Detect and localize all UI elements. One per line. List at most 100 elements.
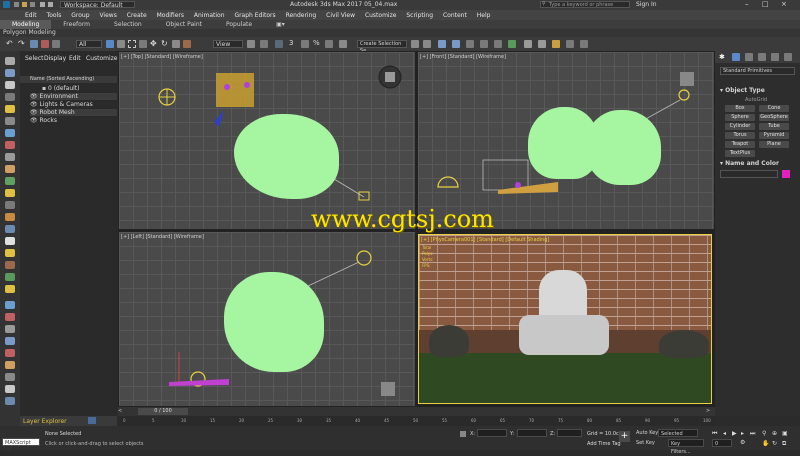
key-filters-button[interactable]: Key Filters... xyxy=(668,439,704,455)
zoom-icon[interactable]: ⚲ xyxy=(762,430,766,437)
lock-cell-editing-icon[interactable] xyxy=(5,285,15,293)
menu-create[interactable]: Create xyxy=(127,12,147,19)
timeline-next-icon[interactable]: > xyxy=(706,408,710,414)
spinner-snap-icon[interactable] xyxy=(325,40,333,48)
scene-explorer-select-icon[interactable] xyxy=(5,57,15,65)
time-config-icon[interactable]: ⚙ xyxy=(740,439,745,446)
key-target-dropdown[interactable]: Selected xyxy=(658,429,698,437)
display-cameras-icon[interactable] xyxy=(5,117,15,125)
time-slider[interactable]: 0 / 100 xyxy=(138,408,188,415)
z-coordinate-field[interactable] xyxy=(557,429,582,437)
menu-animation[interactable]: Animation xyxy=(194,12,225,19)
search-input[interactable]: Type a keyword or phrase xyxy=(540,1,630,8)
play-icon[interactable]: ▶ xyxy=(732,430,737,437)
menu-edit[interactable]: Edit xyxy=(25,12,37,19)
menu-scripting[interactable]: Scripting xyxy=(406,12,433,19)
menu-customize[interactable]: Customize xyxy=(365,12,397,19)
ribbon-options-icon[interactable]: ▣▾ xyxy=(264,20,297,29)
maximize-viewport-icon[interactable]: ⧉ xyxy=(782,440,786,448)
hierarchy-view-icon[interactable] xyxy=(5,373,15,381)
ribbon-toggle-icon[interactable] xyxy=(466,40,474,48)
collapse-icon[interactable] xyxy=(5,361,15,369)
place-icon[interactable] xyxy=(183,40,191,48)
plane-button[interactable]: Plane xyxy=(759,141,789,148)
mirror-icon[interactable] xyxy=(411,40,419,48)
menu-group[interactable]: Group xyxy=(71,12,89,19)
sort-layers-icon[interactable] xyxy=(5,273,15,281)
keyboard-shortcut-icon[interactable] xyxy=(275,40,283,48)
display-children-icon[interactable] xyxy=(5,249,15,257)
viewport-label-camera[interactable]: [+] [PhysCamera001] [Standard] [Default … xyxy=(421,237,549,243)
rendered-frame-window-icon[interactable] xyxy=(538,40,546,48)
hierarchy-panel-icon[interactable] xyxy=(745,53,753,61)
teapot-button[interactable]: Teapot xyxy=(725,141,755,148)
render-cloud-icon[interactable] xyxy=(566,40,574,48)
schematic-view-icon[interactable] xyxy=(494,40,502,48)
display-frozen-icon[interactable] xyxy=(5,213,15,221)
sign-in-link[interactable]: Sign In xyxy=(636,1,657,8)
display-groups-icon[interactable] xyxy=(5,153,15,161)
geosphere-button[interactable]: GeoSphere xyxy=(759,114,789,121)
name-color-rollout[interactable]: ▾ Name and Color xyxy=(720,160,779,167)
scene-tab-display[interactable]: Display xyxy=(44,55,66,62)
utilities-panel-icon[interactable] xyxy=(784,53,792,61)
redo-icon[interactable] xyxy=(48,2,53,7)
rectangular-selection-icon[interactable] xyxy=(128,40,136,48)
open-file-icon[interactable] xyxy=(22,2,27,7)
tab-selection[interactable]: Selection xyxy=(102,20,154,29)
object-name-input[interactable] xyxy=(720,170,778,178)
display-hidden-icon[interactable] xyxy=(5,225,15,233)
object-color-swatch[interactable] xyxy=(782,170,790,178)
menu-civil-view[interactable]: Civil View xyxy=(326,12,355,19)
viewport-camera[interactable]: [+] [PhysCamera001] [Standard] [Default … xyxy=(418,234,712,404)
go-to-start-icon[interactable]: ⏮ xyxy=(712,430,717,438)
percent-snap-icon[interactable]: % xyxy=(313,39,321,47)
snaps-toggle-icon[interactable]: 3 xyxy=(289,39,297,47)
menu-help[interactable]: Help xyxy=(477,12,491,19)
viewport-front[interactable]: [+] [Front] [Standard] [Wireframe] xyxy=(418,52,714,229)
material-editor-icon[interactable] xyxy=(508,40,516,48)
menu-modifiers[interactable]: Modifiers xyxy=(157,12,184,19)
tab-populate[interactable]: Populate xyxy=(214,20,264,29)
next-frame-icon[interactable]: ▸ xyxy=(741,430,744,437)
layer-explorer-icon[interactable] xyxy=(452,40,460,48)
x-coordinate-field[interactable] xyxy=(477,429,507,437)
display-all-icon[interactable] xyxy=(5,237,15,245)
scene-explorer-toggle-icon[interactable] xyxy=(438,40,446,48)
tab-object-paint[interactable]: Object Paint xyxy=(154,20,214,29)
menu-views[interactable]: Views xyxy=(99,12,116,19)
torus-button[interactable]: Torus xyxy=(725,132,755,139)
close-icon[interactable]: × xyxy=(781,0,787,8)
maxscript-listener[interactable]: MAXScript Mi xyxy=(2,438,40,454)
tab-freeform[interactable]: Freeform xyxy=(51,20,102,29)
select-children-icon[interactable] xyxy=(5,301,15,309)
scene-row-rocks[interactable]: 👁 Rocks xyxy=(30,117,117,124)
menu-tools[interactable]: Tools xyxy=(47,12,62,19)
tube-button[interactable]: Tube xyxy=(759,123,789,130)
object-type-rollout[interactable]: ▾ Object Type xyxy=(720,87,765,94)
layer-explorer-bar[interactable]: Layer Explorer xyxy=(20,416,117,426)
scene-row-environment[interactable]: 👁 Environment xyxy=(30,93,117,100)
modify-panel-icon[interactable] xyxy=(732,53,740,61)
scene-row-robot-mesh[interactable]: 👁 Robot Mesh xyxy=(30,109,117,116)
layer-explorer-toggle-icon[interactable] xyxy=(88,417,96,424)
pivot-center-icon[interactable] xyxy=(247,40,255,48)
autogrid-checkbox[interactable]: AutoGrid xyxy=(745,97,767,103)
set-key-plus-icon[interactable]: + xyxy=(619,431,630,442)
reference-coordinate-dropdown[interactable]: View xyxy=(213,40,243,48)
current-frame-field[interactable]: 0 xyxy=(712,439,732,447)
unlink-icon[interactable] xyxy=(41,40,49,48)
display-panel-icon[interactable] xyxy=(771,53,779,61)
expand-icon[interactable] xyxy=(5,349,15,357)
display-xrefs-icon[interactable] xyxy=(5,165,15,173)
angle-snap-icon[interactable] xyxy=(301,40,309,48)
display-containers-icon[interactable] xyxy=(5,201,15,209)
render-production-icon[interactable] xyxy=(552,40,560,48)
viewport-top[interactable]: [+] [Top] [Standard] [Wireframe] xyxy=(119,52,415,229)
window-crossing-icon[interactable] xyxy=(139,40,147,48)
scene-tab-select[interactable]: Select xyxy=(25,55,44,62)
zoom-extents-icon[interactable]: ▣ xyxy=(782,430,788,437)
highlight-selection-icon[interactable] xyxy=(5,313,15,321)
textplus-button[interactable]: TextPlus xyxy=(725,150,755,157)
rotate-icon[interactable]: ↻ xyxy=(161,39,169,48)
